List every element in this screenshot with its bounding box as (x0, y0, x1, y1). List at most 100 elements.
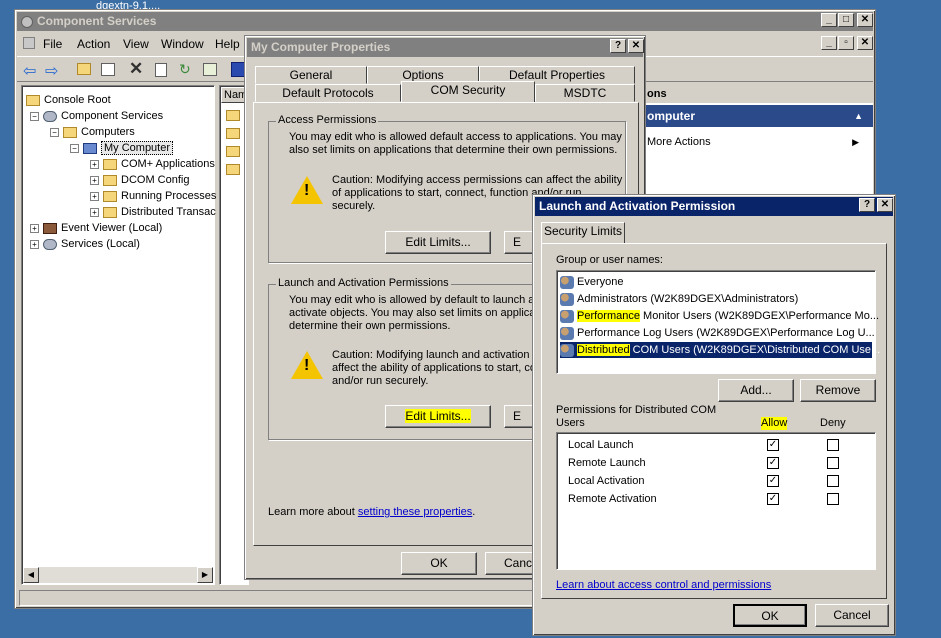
user-list-item[interactable]: Everyone (560, 274, 872, 290)
allow-checkbox[interactable]: ✓ (767, 439, 779, 451)
tree-item-label: Component Services (61, 110, 164, 122)
tree-item[interactable]: + COM+ Applications (90, 156, 215, 172)
allow-checkbox[interactable]: ✓ (767, 493, 779, 505)
list-folder-icon-3 (226, 146, 240, 157)
deny-checkbox[interactable] (827, 439, 839, 451)
remove-user-button[interactable]: Remove (800, 379, 876, 402)
properties-close-button[interactable]: ✕ (628, 39, 644, 53)
launch-caution-line2: affect the ability of applications to st… (332, 362, 540, 374)
launch-activation-permission-dialog: Launch and Activation Permission ? ✕ Sec… (532, 194, 896, 636)
access-control-link[interactable]: Learn about access control and permissio… (556, 579, 771, 592)
launch-caution-line3: and/or run securely. (332, 375, 429, 387)
launch-dialog-close-button[interactable]: ✕ (877, 198, 893, 212)
tree-item[interactable]: + Event Viewer (Local) (30, 220, 162, 236)
tree-item-label: Event Viewer (Local) (61, 222, 163, 234)
user-list-item[interactable]: Administrators (W2K89DGEX\Administrators… (560, 291, 872, 307)
access-caution-line3: securely. (332, 200, 376, 212)
close-button[interactable]: ✕ (857, 13, 873, 27)
folder-icon (103, 158, 117, 170)
permissions-list: Local Launch ✓ Remote Launch ✓ Local Activat… (556, 432, 876, 570)
permission-name: Remote Activation (568, 493, 657, 505)
back-icon[interactable]: ⇦ (23, 61, 36, 81)
access-desc-line2: also set limits on applications that det… (289, 144, 618, 156)
tree-item[interactable]: Console Root (26, 92, 111, 108)
collapse-icon[interactable]: − (70, 143, 79, 153)
refresh-icon[interactable]: ↻ (179, 61, 191, 78)
tab-general[interactable]: General (255, 66, 367, 84)
user-list-item[interactable]: Performance Monitor Users (W2K89DGEX\Per… (560, 308, 879, 324)
maximize-button[interactable]: □ (838, 13, 854, 27)
properties-icon[interactable] (155, 63, 167, 77)
tab-msdtc[interactable]: MSDTC (535, 84, 635, 102)
launch-dialog-ok-button[interactable]: OK (733, 604, 807, 627)
show-hide-tree-icon[interactable] (101, 63, 115, 76)
collapse-icon[interactable]: − (30, 111, 39, 121)
expand-icon[interactable]: + (90, 159, 99, 169)
properties-ok-button[interactable]: OK (401, 552, 477, 575)
launch-warning-icon (291, 351, 323, 379)
expand-icon[interactable]: + (30, 223, 39, 233)
user-group-icon (560, 326, 574, 340)
delete-icon[interactable]: ✕ (129, 59, 143, 79)
expand-icon[interactable]: + (30, 239, 39, 249)
add-user-button[interactable]: Add... (718, 379, 794, 402)
user-group-icon (560, 292, 574, 306)
tree-scrollbar[interactable]: ◀ ▶ (23, 567, 213, 583)
folder-icon (26, 94, 40, 106)
tab-security-limits[interactable]: Security Limits (541, 222, 625, 244)
allow-checkbox[interactable]: ✓ (767, 475, 779, 487)
deny-checkbox[interactable] (827, 493, 839, 505)
expand-icon[interactable]: + (90, 175, 99, 185)
scroll-right-arrow[interactable]: ▶ (197, 567, 213, 583)
properties-titlebar[interactable]: My Computer Properties (247, 38, 643, 57)
tree-item[interactable]: + DCOM Config (90, 172, 189, 188)
tree-item-label: Distributed Transac (121, 206, 216, 218)
menu-window[interactable]: Window (161, 38, 204, 51)
access-warning-icon (291, 176, 323, 204)
scroll-left-arrow[interactable]: ◀ (23, 567, 39, 583)
user-list: Everyone Administrators (W2K89DGEX\Admini… (556, 270, 880, 374)
deny-checkbox[interactable] (827, 475, 839, 487)
deny-checkbox[interactable] (827, 457, 839, 469)
menu-view[interactable]: View (123, 38, 149, 51)
mdi-close-button[interactable]: ✕ (857, 36, 873, 50)
launch-dialog-titlebar[interactable]: Launch and Activation Permission (535, 197, 893, 216)
collapse-icon[interactable]: − (50, 127, 59, 137)
tree-item-label: Computers (81, 126, 135, 138)
launch-edit-limits-button[interactable]: Edit Limits... (385, 405, 491, 428)
menu-action[interactable]: Action (77, 38, 110, 51)
learn-more-suffix: . (472, 506, 476, 518)
help-icon[interactable] (231, 62, 245, 77)
menu-file[interactable]: File (43, 38, 62, 51)
expand-icon[interactable]: + (90, 207, 99, 217)
user-list-item[interactable]: Performance Log Users (W2K89DGEX\Perform… (560, 325, 875, 341)
access-edit-limits-button[interactable]: Edit Limits... (385, 231, 491, 254)
tree-item[interactable]: + Distributed Transac (90, 204, 216, 220)
export-list-icon[interactable] (203, 63, 217, 76)
properties-help-button[interactable]: ? (610, 39, 626, 53)
more-actions-item[interactable]: More Actions ▶ (643, 133, 873, 151)
launch-dialog-cancel-button[interactable]: Cancel (815, 604, 889, 627)
tree-item[interactable]: + Services (Local) (30, 236, 140, 252)
menu-help[interactable]: Help (215, 38, 240, 51)
folder-icon (103, 190, 117, 202)
tab-com-security[interactable]: COM Security (401, 81, 535, 103)
forward-icon[interactable]: ⇨ (45, 61, 58, 81)
tree-item[interactable]: − My Computer (70, 140, 174, 156)
tree-item[interactable]: − Computers (50, 124, 135, 140)
up-folder-icon[interactable] (77, 63, 91, 75)
tab-default-protocols[interactable]: Default Protocols (255, 84, 401, 102)
component-services-titlebar[interactable]: Component Services (17, 12, 873, 31)
tree-item[interactable]: − Component Services (30, 108, 163, 124)
expand-icon[interactable]: + (90, 191, 99, 201)
tree-item[interactable]: + Running Processes (90, 188, 216, 204)
launch-dialog-help-button[interactable]: ? (859, 198, 875, 212)
user-list-item[interactable]: Distributed COM Users (W2K89DGEX\Distrib… (560, 342, 880, 358)
setting-properties-link[interactable]: setting these properties (358, 506, 472, 518)
minimize-button[interactable]: _ (821, 13, 837, 27)
allow-checkbox[interactable]: ✓ (767, 457, 779, 469)
mdi-restore-button[interactable]: ▫ (838, 36, 854, 50)
mdi-minimize-button[interactable]: _ (821, 36, 837, 50)
launch-edit-limits-label: Edit Limits... (405, 409, 471, 423)
actions-selected-item[interactable]: omputer ▲ (643, 105, 873, 127)
